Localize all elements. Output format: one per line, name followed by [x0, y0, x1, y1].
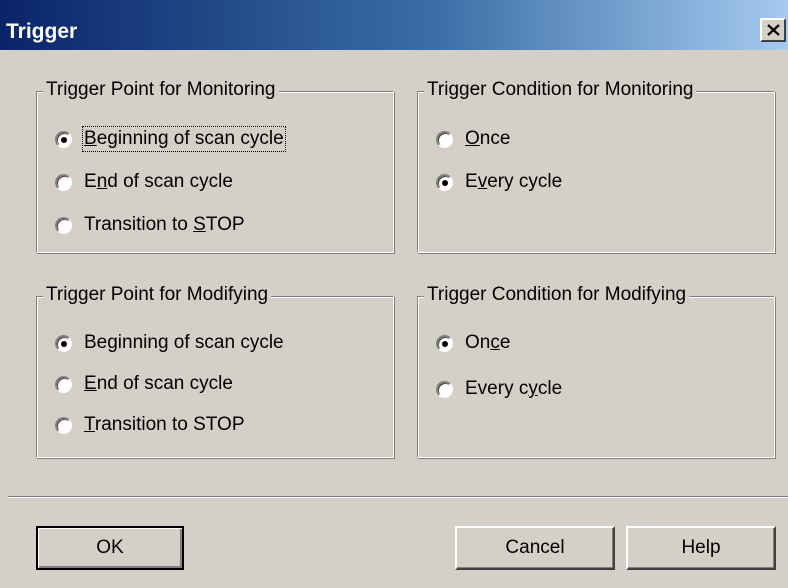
- group-title: Trigger Point for Monitoring: [43, 79, 279, 101]
- ok-button[interactable]: OK: [36, 526, 184, 570]
- radio-label: Once: [465, 128, 511, 149]
- group-title: Trigger Condition for Modifying: [424, 284, 690, 306]
- radio-label: Beginning of scan cycle: [82, 126, 286, 152]
- radio-button[interactable]: [436, 130, 453, 148]
- radio-point-monitoring-begin[interactable]: Beginning of scan cycle: [55, 126, 286, 152]
- group-trigger-condition-modifying: Trigger Condition for Modifying Once Eve…: [417, 284, 775, 458]
- radio-label: End of scan cycle: [84, 171, 233, 192]
- radio-condition-monitoring-every[interactable]: Every cycle: [436, 169, 562, 195]
- radio-button-checked[interactable]: [436, 173, 453, 191]
- radio-button[interactable]: [55, 216, 72, 234]
- radio-point-modifying-end[interactable]: End of scan cycle: [55, 371, 233, 397]
- radio-button[interactable]: [55, 375, 72, 393]
- help-button[interactable]: Help: [626, 526, 776, 570]
- radio-label: End of scan cycle: [84, 373, 233, 394]
- radio-button[interactable]: [436, 380, 453, 398]
- radio-button-checked[interactable]: [55, 130, 72, 148]
- radio-button-checked[interactable]: [55, 334, 72, 352]
- radio-label: Once: [465, 332, 511, 353]
- radio-label: Beginning of scan cycle: [84, 332, 284, 353]
- radio-point-monitoring-stop[interactable]: Transition to STOP: [55, 212, 245, 238]
- group-trigger-point-monitoring: Trigger Point for Monitoring Beginning o…: [36, 79, 394, 253]
- radio-condition-monitoring-once[interactable]: Once: [436, 126, 510, 152]
- group-trigger-condition-monitoring: Trigger Condition for Monitoring Once Ev…: [417, 79, 775, 253]
- title-bar[interactable]: Trigger: [0, 0, 788, 50]
- group-trigger-point-modifying: Trigger Point for Modifying Beginning of…: [36, 284, 394, 458]
- radio-point-modifying-begin[interactable]: Beginning of scan cycle: [55, 330, 284, 356]
- radio-condition-modifying-every[interactable]: Every cycle: [436, 376, 562, 402]
- window-title: Trigger: [6, 20, 78, 43]
- radio-label: Every cycle: [465, 378, 563, 399]
- separator-line: [8, 496, 788, 498]
- radio-button-checked[interactable]: [436, 334, 453, 352]
- group-title: Trigger Condition for Monitoring: [424, 79, 697, 101]
- radio-condition-modifying-once[interactable]: Once: [436, 330, 510, 356]
- radio-button[interactable]: [55, 173, 72, 191]
- radio-label: Every cycle: [465, 171, 563, 192]
- close-icon: [767, 24, 780, 36]
- radio-button[interactable]: [55, 416, 72, 434]
- group-title: Trigger Point for Modifying: [43, 284, 272, 306]
- radio-label: Transition to STOP: [84, 214, 245, 235]
- close-button[interactable]: [760, 18, 786, 42]
- radio-point-modifying-stop[interactable]: Transition to STOP: [55, 412, 245, 438]
- radio-label: Transition to STOP: [84, 414, 245, 435]
- cancel-button[interactable]: Cancel: [455, 526, 615, 570]
- radio-point-monitoring-end[interactable]: End of scan cycle: [55, 169, 233, 195]
- trigger-dialog: Trigger Trigger Point for Monitoring Beg…: [0, 0, 788, 588]
